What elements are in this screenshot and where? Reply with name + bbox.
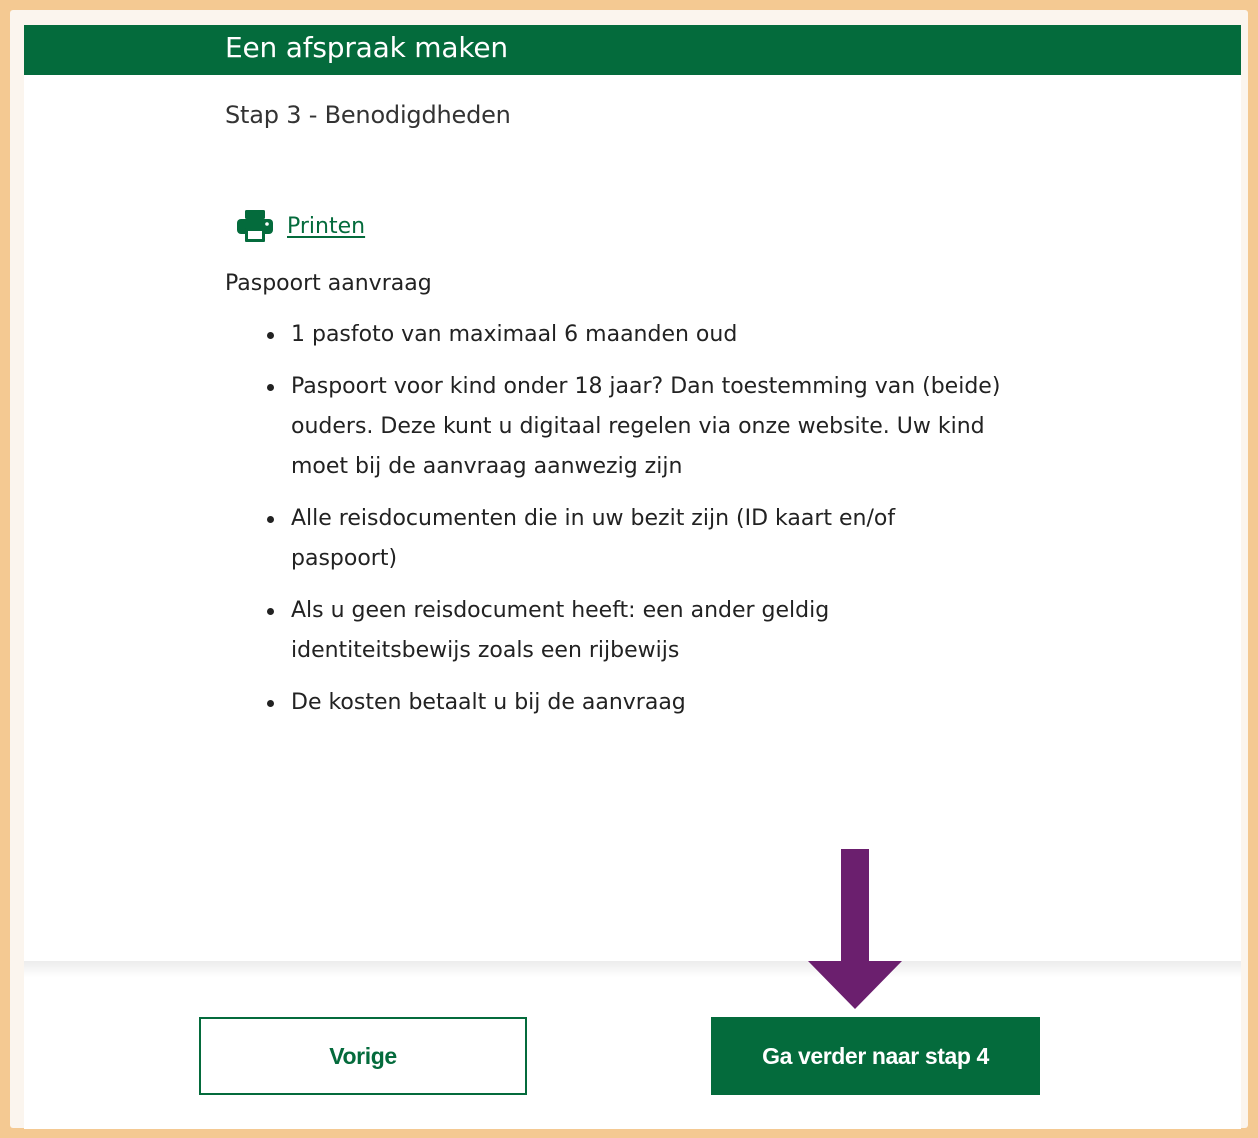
page-header: Een afspraak maken [24, 25, 1241, 75]
bullet-icon [267, 516, 274, 523]
print-link[interactable]: Printen [287, 214, 365, 239]
page-title: Een afspraak maken [225, 31, 508, 64]
print-action[interactable]: Printen [237, 209, 365, 243]
list-item: Alle reisdocumenten die in uw bezit zijn… [267, 499, 1007, 579]
list-item-text: Als u geen reisdocument heeft: een ander… [291, 598, 830, 663]
list-item: Paspoort voor kind onder 18 jaar? Dan to… [267, 367, 1007, 487]
appointment-card: Een afspraak maken Stap 3 - Benodigdhede… [24, 25, 1241, 1129]
list-item-text: 1 pasfoto van maximaal 6 maanden oud [291, 322, 738, 347]
step-title: Stap 3 - Benodigdheden [225, 101, 511, 129]
list-item-text: Paspoort voor kind onder 18 jaar? Dan to… [291, 374, 1001, 479]
list-item: De kosten betaalt u bij de aanvraag [267, 683, 1007, 723]
bullet-icon [267, 700, 274, 707]
list-item: 1 pasfoto van maximaal 6 maanden oud [267, 315, 1007, 355]
previous-button[interactable]: Vorige [199, 1017, 527, 1095]
list-item-text: Alle reisdocumenten die in uw bezit zijn… [291, 506, 896, 571]
annotation-arrow-icon [808, 849, 902, 1009]
list-item: Als u geen reisdocument heeft: een ander… [267, 591, 1007, 671]
bullet-icon [267, 608, 274, 615]
bullet-icon [267, 384, 274, 391]
requirements-list: 1 pasfoto van maximaal 6 maanden oud Pas… [267, 315, 1007, 735]
printer-icon[interactable] [237, 210, 273, 242]
requirements-heading: Paspoort aanvraag [225, 271, 432, 296]
footer-divider [24, 961, 1241, 977]
next-step-button[interactable]: Ga verder naar stap 4 [711, 1017, 1040, 1095]
bullet-icon [267, 332, 274, 339]
list-item-text: De kosten betaalt u bij de aanvraag [291, 690, 686, 715]
